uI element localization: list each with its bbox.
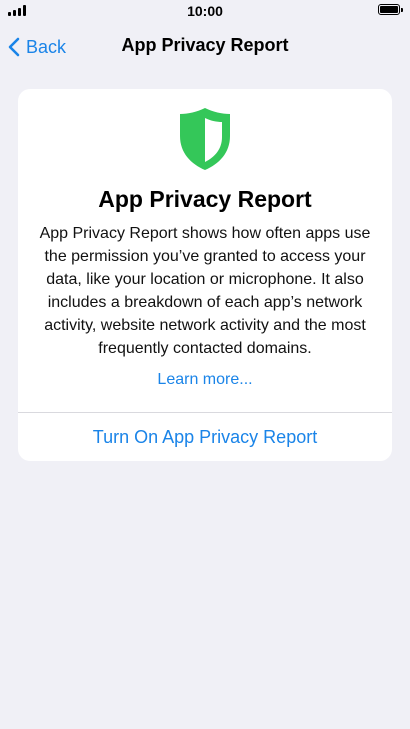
page-title: App Privacy Report [121, 35, 289, 55]
battery-icon [378, 4, 403, 15]
learn-more-link[interactable]: Learn more... [18, 371, 392, 389]
turn-on-app-privacy-report-button[interactable]: Turn On App Privacy Report [18, 413, 392, 461]
privacy-report-card: App Privacy Report App Privacy Report sh… [18, 89, 392, 461]
navigation-bar: Back App Privacy Report [0, 22, 410, 72]
card-description: App Privacy Report shows how often apps … [39, 225, 371, 357]
status-bar: 10:00 [0, 0, 410, 22]
card-title: App Privacy Report [98, 186, 312, 212]
shield-icon [180, 108, 230, 170]
status-time: 10:00 [187, 3, 223, 19]
